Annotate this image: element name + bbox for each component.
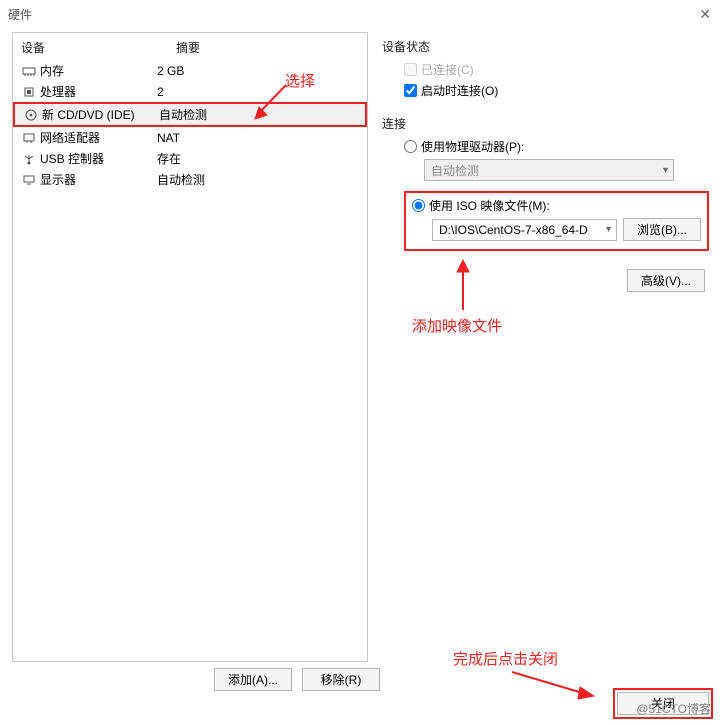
connect-at-poweron-label: 启动时连接(O) [421, 82, 498, 99]
device-summary: 2 GB [157, 64, 359, 78]
connect-at-poweron-checkbox[interactable]: 启动时连接(O) [404, 82, 709, 99]
connection-title: 连接 [382, 115, 709, 132]
use-physical-radio[interactable]: 使用物理驱动器(P): [404, 138, 709, 155]
window-title: 硬件 [8, 6, 32, 23]
add-button[interactable]: 添加(A)... [214, 668, 292, 691]
memory-icon [21, 64, 37, 78]
iso-section-highlight: 使用 ISO 映像文件(M): D:\IOS\CentOS-7-x86_64-D… [404, 191, 709, 251]
table-row[interactable]: 内存 2 GB [13, 60, 367, 81]
table-row[interactable]: USB 控制器 存在 [13, 148, 367, 169]
connected-input [404, 63, 417, 76]
device-summary: 自动检测 [157, 171, 359, 188]
physical-drive-combo: 自动检测 ▾ [424, 159, 674, 181]
table-row[interactable]: 处理器 2 [13, 81, 367, 102]
chevron-down-icon: ▾ [606, 224, 611, 235]
device-summary: NAT [157, 131, 359, 145]
use-iso-radio[interactable]: 使用 ISO 映像文件(M): [412, 197, 701, 214]
use-iso-input[interactable] [412, 199, 425, 212]
iso-path-value: D:\IOS\CentOS-7-x86_64-D [439, 223, 588, 237]
physical-drive-value: 自动检测 [431, 162, 479, 179]
usb-icon [21, 152, 37, 166]
device-name: 新 CD/DVD (IDE) [42, 106, 135, 123]
table-row[interactable]: 显示器 自动检测 [13, 169, 367, 190]
arrow-icon [508, 668, 598, 704]
cd-icon [23, 108, 39, 122]
display-icon [21, 173, 37, 187]
chevron-down-icon: ▾ [663, 165, 668, 176]
use-physical-label: 使用物理驱动器(P): [421, 138, 524, 155]
col-header-device: 设备 [21, 39, 176, 56]
device-name: 显示器 [40, 171, 76, 188]
connect-at-poweron-input[interactable] [404, 84, 417, 97]
device-name: 内存 [40, 62, 64, 79]
browse-button[interactable]: 浏览(B)... [623, 218, 701, 241]
use-iso-label: 使用 ISO 映像文件(M): [429, 197, 550, 214]
device-name: 网络适配器 [40, 129, 100, 146]
connected-checkbox: 已连接(C) [404, 61, 709, 78]
iso-path-combo[interactable]: D:\IOS\CentOS-7-x86_64-D ▾ [432, 219, 617, 241]
advanced-button[interactable]: 高级(V)... [627, 269, 705, 292]
col-header-summary: 摘要 [176, 39, 359, 56]
table-row-selected[interactable]: 新 CD/DVD (IDE) 自动检测 [13, 102, 367, 127]
device-name: USB 控制器 [40, 150, 104, 167]
device-name: 处理器 [40, 83, 76, 100]
connected-label: 已连接(C) [421, 61, 474, 78]
close-icon[interactable]: ✕ [693, 6, 717, 23]
settings-panel: 设备状态 已连接(C) 启动时连接(O) 连接 使用物理驱动器(P): [378, 32, 713, 662]
network-icon [21, 131, 37, 145]
table-row[interactable]: 网络适配器 NAT [13, 127, 367, 148]
device-summary: 存在 [157, 150, 359, 167]
device-summary: 2 [157, 85, 359, 99]
remove-button[interactable]: 移除(R) [302, 668, 380, 691]
close-button[interactable]: 关闭 [617, 692, 709, 715]
use-physical-input[interactable] [404, 140, 417, 153]
device-summary: 自动检测 [159, 106, 357, 123]
device-status-title: 设备状态 [382, 38, 709, 55]
device-list-panel: 设备 摘要 内存 2 GB 处理器 2 新 CD/DVD (IDE) 自动检测 … [12, 32, 368, 662]
cpu-icon [21, 85, 37, 99]
